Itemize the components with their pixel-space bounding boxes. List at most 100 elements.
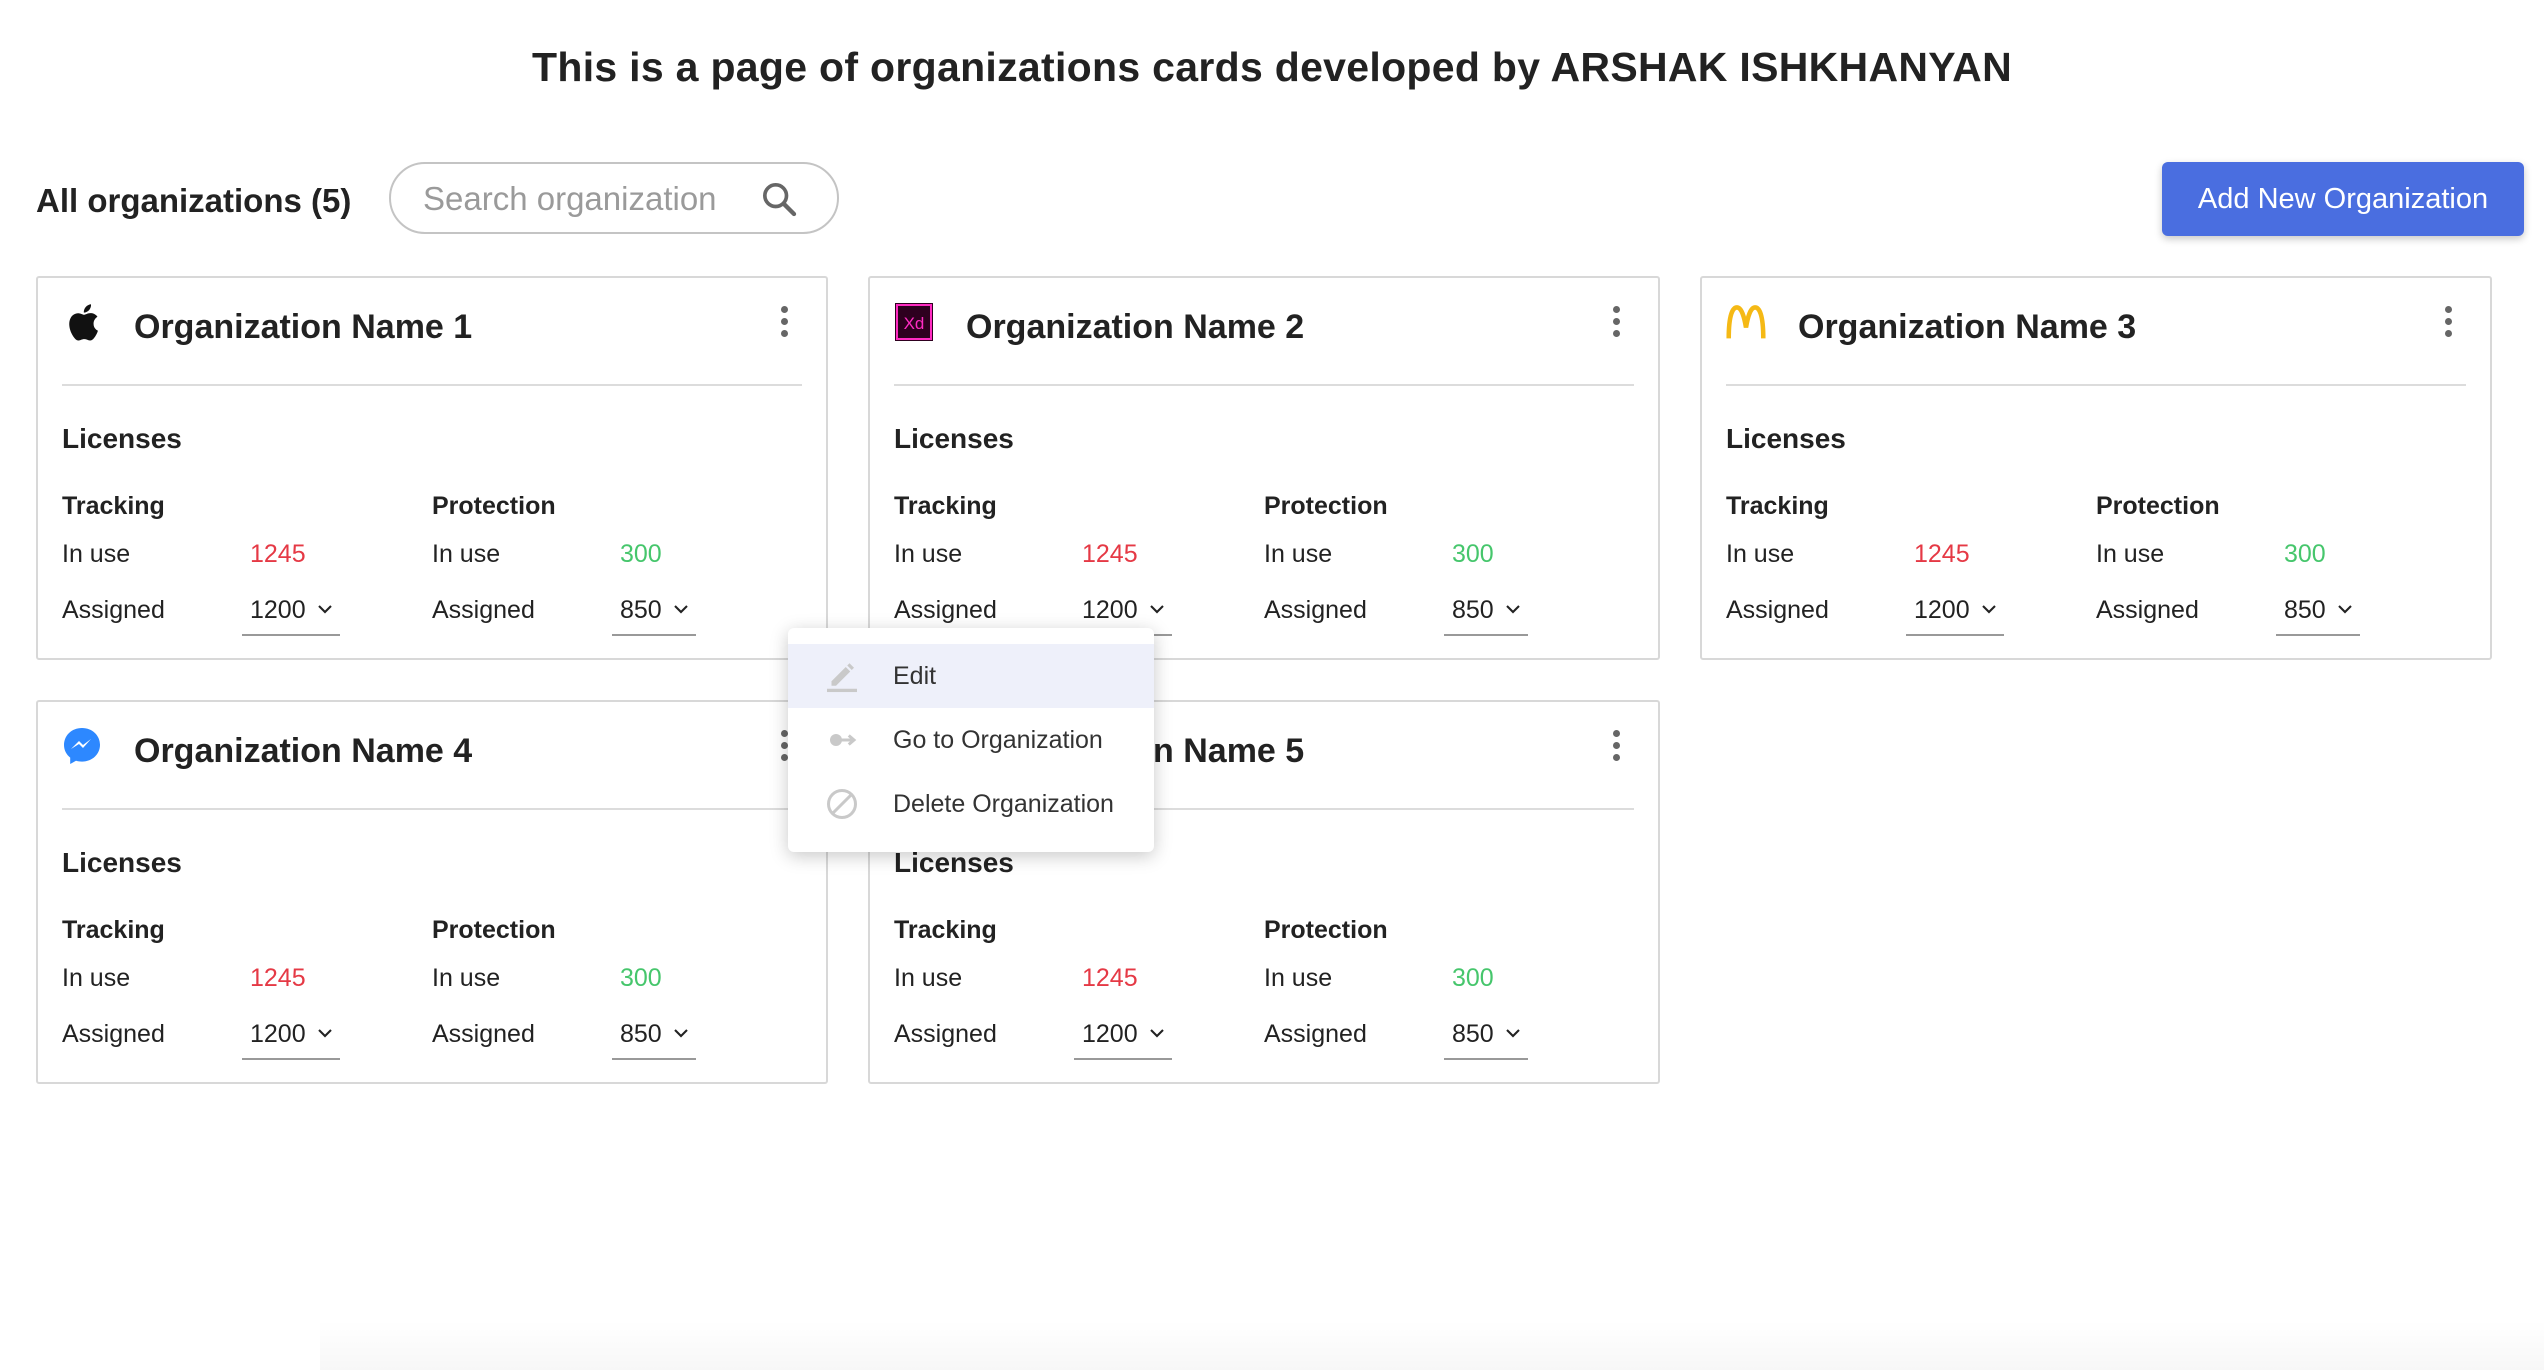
organization-name: Organization Name 3 bbox=[1798, 308, 2137, 346]
messenger-logo-icon bbox=[62, 724, 102, 768]
svg-text:Xd: Xd bbox=[904, 314, 925, 333]
protection-assigned-select[interactable]: 850 bbox=[1444, 596, 1528, 636]
page-bottom-shade bbox=[320, 1320, 2544, 1370]
licenses-heading: Licenses bbox=[1726, 423, 1846, 454]
more-options-icon[interactable] bbox=[1608, 306, 1624, 342]
in-use-label: In use bbox=[62, 964, 131, 992]
protection-title: Protection bbox=[1264, 916, 1388, 944]
tracking-assigned-value: 1200 bbox=[1082, 596, 1138, 624]
licenses-heading: Licenses bbox=[62, 423, 182, 454]
in-use-label: In use bbox=[62, 540, 131, 568]
tracking-title: Tracking bbox=[1726, 492, 1829, 520]
tracking-assigned-select[interactable]: 1200 bbox=[1074, 1020, 1172, 1060]
protection-in-use-value: 300 bbox=[1452, 540, 1494, 568]
tracking-title: Tracking bbox=[62, 916, 165, 944]
in-use-label: In use bbox=[1264, 540, 1333, 568]
divider bbox=[1726, 384, 2466, 386]
protection-assigned-value: 850 bbox=[620, 1020, 662, 1048]
all-organizations-label: All organizations (5) bbox=[36, 182, 352, 219]
protection-assigned-select[interactable]: 850 bbox=[2276, 596, 2360, 636]
protection-assigned-value: 850 bbox=[620, 596, 662, 624]
assigned-label: Assigned bbox=[432, 1020, 535, 1048]
protection-assigned-value: 850 bbox=[2284, 596, 2326, 624]
more-options-icon[interactable] bbox=[1608, 730, 1624, 766]
in-use-label: In use bbox=[894, 964, 963, 992]
menu-item-go-to-organization[interactable]: Go to Organization bbox=[788, 708, 1154, 772]
menu-item-label: Edit bbox=[893, 662, 937, 690]
assigned-label: Assigned bbox=[62, 596, 165, 624]
licenses-heading: Licenses bbox=[894, 423, 1014, 454]
chevron-down-icon bbox=[674, 1029, 688, 1038]
protection-title: Protection bbox=[432, 492, 556, 520]
tracking-title: Tracking bbox=[894, 492, 997, 520]
chevron-down-icon bbox=[1150, 1029, 1164, 1038]
assigned-label: Assigned bbox=[432, 596, 535, 624]
protection-assigned-select[interactable]: 850 bbox=[612, 1020, 696, 1060]
more-options-icon[interactable] bbox=[2440, 306, 2456, 342]
tracking-in-use-value: 1245 bbox=[1914, 540, 1970, 568]
tracking-assigned-select[interactable]: 1200 bbox=[242, 1020, 340, 1060]
tracking-assigned-select[interactable]: 1200 bbox=[1906, 596, 2004, 636]
protection-assigned-value: 850 bbox=[1452, 1020, 1494, 1048]
tracking-in-use-value: 1245 bbox=[1082, 540, 1138, 568]
chevron-down-icon bbox=[1506, 1029, 1520, 1038]
mcdonalds-logo-icon bbox=[1726, 300, 1766, 344]
chevron-down-icon bbox=[1150, 605, 1164, 614]
assigned-label: Assigned bbox=[894, 1020, 997, 1048]
arrow-right-icon bbox=[830, 734, 857, 746]
organization-card: Organization Name 3 Licenses Tracking In… bbox=[1700, 276, 2492, 660]
tracking-assigned-value: 1200 bbox=[250, 1020, 306, 1048]
menu-item-label: Go to Organization bbox=[893, 726, 1103, 754]
assigned-label: Assigned bbox=[1726, 596, 1829, 624]
divider bbox=[62, 384, 802, 386]
card-header: Organization Name 4 bbox=[38, 702, 826, 808]
chevron-down-icon bbox=[318, 605, 332, 614]
assigned-label: Assigned bbox=[1264, 1020, 1367, 1048]
chevron-down-icon bbox=[1506, 605, 1520, 614]
organization-card: Organization Name 4 Licenses Tracking In… bbox=[36, 700, 828, 1084]
card-header: Organization Name 1 bbox=[38, 278, 826, 384]
apple-logo-icon bbox=[62, 300, 102, 344]
tracking-title: Tracking bbox=[62, 492, 165, 520]
protection-in-use-value: 300 bbox=[620, 964, 662, 992]
adobe-xd-logo-icon: Xd bbox=[894, 300, 934, 344]
more-options-icon[interactable] bbox=[776, 306, 792, 342]
menu-item-label: Delete Organization bbox=[893, 790, 1114, 818]
chevron-down-icon bbox=[2338, 605, 2352, 614]
assigned-label: Assigned bbox=[1264, 596, 1367, 624]
add-organization-button[interactable]: Add New Organization bbox=[2162, 162, 2524, 236]
in-use-label: In use bbox=[1726, 540, 1795, 568]
protection-in-use-value: 300 bbox=[2284, 540, 2326, 568]
organization-name: Organization Name 1 bbox=[134, 308, 473, 346]
menu-item-edit[interactable]: Edit bbox=[788, 644, 1154, 708]
in-use-label: In use bbox=[432, 540, 501, 568]
search-input[interactable] bbox=[421, 178, 755, 220]
assigned-label: Assigned bbox=[2096, 596, 2199, 624]
protection-in-use-value: 300 bbox=[1452, 964, 1494, 992]
tracking-assigned-value: 1200 bbox=[1082, 1020, 1138, 1048]
tracking-title: Tracking bbox=[894, 916, 997, 944]
chevron-down-icon bbox=[1982, 605, 1996, 614]
search-box[interactable] bbox=[389, 162, 839, 234]
licenses-heading: Licenses bbox=[62, 847, 182, 878]
tracking-assigned-select[interactable]: 1200 bbox=[242, 596, 340, 636]
protection-title: Protection bbox=[2096, 492, 2220, 520]
protection-assigned-select[interactable]: 850 bbox=[1444, 1020, 1528, 1060]
in-use-label: In use bbox=[894, 540, 963, 568]
block-icon bbox=[827, 789, 857, 819]
organization-name: Organization Name 4 bbox=[134, 732, 473, 770]
in-use-label: In use bbox=[2096, 540, 2165, 568]
organization-name: Organization Name 2 bbox=[966, 308, 1305, 346]
tracking-assigned-value: 1200 bbox=[250, 596, 306, 624]
menu-item-delete-organization[interactable]: Delete Organization bbox=[788, 772, 1154, 836]
page-title: This is a page of organizations cards de… bbox=[532, 44, 2012, 90]
in-use-label: In use bbox=[1264, 964, 1333, 992]
protection-assigned-select[interactable]: 850 bbox=[612, 596, 696, 636]
divider bbox=[894, 384, 1634, 386]
tracking-in-use-value: 1245 bbox=[250, 964, 306, 992]
organization-card: Organization Name 1 Licenses Tracking In… bbox=[36, 276, 828, 660]
assigned-label: Assigned bbox=[62, 1020, 165, 1048]
search-icon[interactable] bbox=[759, 179, 799, 219]
tracking-in-use-value: 1245 bbox=[1082, 964, 1138, 992]
protection-assigned-value: 850 bbox=[1452, 596, 1494, 624]
